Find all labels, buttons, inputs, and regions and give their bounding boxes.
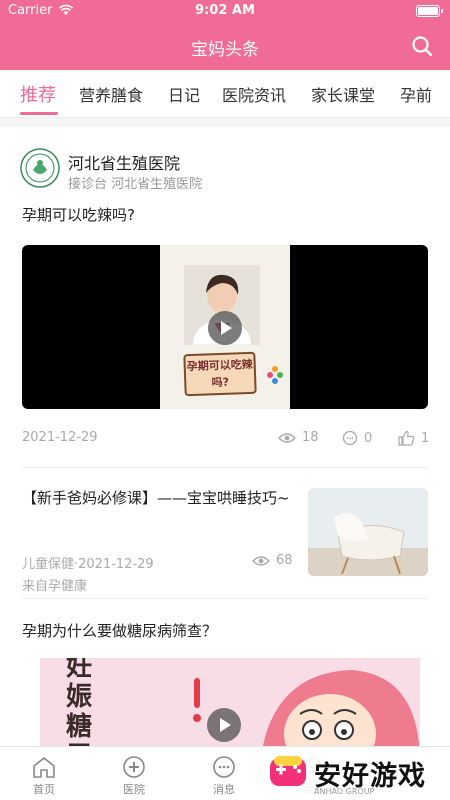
video-frame: 孕期可以吃辣吗? <box>160 245 290 409</box>
post-meta-row: 2021-12-29 18 0 1 <box>22 430 429 448</box>
article-title[interactable]: 【新手爸妈必修课】——宝宝哄睡技巧~ <box>22 486 294 510</box>
message-icon <box>213 756 235 778</box>
play-icon[interactable] <box>208 311 242 345</box>
tab-home[interactable]: 首页 <box>14 755 74 797</box>
tab-parent-class[interactable]: 家长课堂 <box>311 82 375 106</box>
watermark-badge: 安好游戏 ANHAO GROUP <box>262 748 450 800</box>
search-icon[interactable] <box>410 34 434 58</box>
flower-logo-icon <box>267 366 283 384</box>
section-gap <box>0 118 450 127</box>
tab-messages-label: 消息 <box>213 783 235 796</box>
post-author-header[interactable]: 河北省生殖医院 接诊台 河北省生殖医院 <box>20 146 430 192</box>
views-count: 18 <box>302 430 319 445</box>
nav-bar: 宝妈头条 <box>0 22 450 70</box>
video-player[interactable]: 孕期可以吃辣吗? <box>22 245 428 409</box>
tab-messages[interactable]: 消息 <box>194 755 254 797</box>
page-title: 宝妈头条 <box>191 40 259 60</box>
cartoon-caption: 妊娠糖尿 <box>66 658 93 758</box>
likes-count: 1 <box>421 430 430 446</box>
post2-title[interactable]: 孕期为什么要做糖尿病筛查？ <box>22 620 217 641</box>
thumbs-up-icon <box>398 430 415 446</box>
post-title[interactable]: 孕期可以吃辣吗? <box>22 204 135 225</box>
tab-hospital-label: 医院 <box>123 783 145 796</box>
eye-icon <box>252 555 270 566</box>
hospital-logo <box>20 148 60 188</box>
cartoon-girl-image <box>260 670 420 758</box>
play-icon[interactable] <box>207 708 241 742</box>
likes-stat[interactable]: 1 <box>398 430 429 446</box>
comments-stat[interactable]: 0 <box>342 430 372 446</box>
tab-nutrition[interactable]: 营养膳食 <box>79 82 143 106</box>
watermark-subtext: ANHAO GROUP <box>314 787 375 796</box>
comments-count: 0 <box>364 430 373 446</box>
author-subtitle: 接诊台 河北省生殖医院 <box>68 177 203 192</box>
article-views: 68 <box>252 553 293 568</box>
eye-icon <box>278 432 296 443</box>
views-stat: 18 <box>278 430 319 445</box>
tab-pre-pregnancy[interactable]: 孕前 <box>400 82 432 106</box>
divider <box>22 598 428 599</box>
game-controller-logo-icon <box>270 756 306 786</box>
tab-hospital-news[interactable]: 医院资讯 <box>222 82 286 106</box>
active-tab-indicator <box>20 112 58 115</box>
battery-icon <box>416 5 443 17</box>
category-tabs: 推荐 营养膳食 日记 医院资讯 家长课堂 孕前 <box>0 70 450 118</box>
post2-video[interactable]: 妊娠糖尿 <box>40 658 420 758</box>
tab-home-label: 首页 <box>33 783 55 796</box>
baby-crib-image <box>308 488 428 576</box>
article-source: 来自孕健康 <box>22 579 88 594</box>
author-name[interactable]: 河北省生殖医院 <box>68 150 180 174</box>
comment-icon <box>342 430 358 446</box>
status-bar: Carrier 9:02 AM <box>0 0 450 22</box>
exclamation-icon <box>193 678 201 722</box>
status-time: 9:02 AM <box>195 3 255 18</box>
hospital-cross-icon <box>123 756 145 778</box>
article-thumbnail[interactable] <box>308 488 428 576</box>
article-category-date: 儿童保健·2021-12-29 <box>22 557 154 572</box>
video-sign: 孕期可以吃辣吗? <box>183 351 257 397</box>
tab-recommend[interactable]: 推荐 <box>20 81 56 107</box>
article-views-count: 68 <box>276 553 293 568</box>
tab-diary[interactable]: 日记 <box>168 82 200 106</box>
post-date: 2021-12-29 <box>22 430 98 445</box>
tab-hospital[interactable]: 医院 <box>104 755 164 797</box>
home-icon <box>33 757 55 778</box>
divider <box>22 467 428 468</box>
